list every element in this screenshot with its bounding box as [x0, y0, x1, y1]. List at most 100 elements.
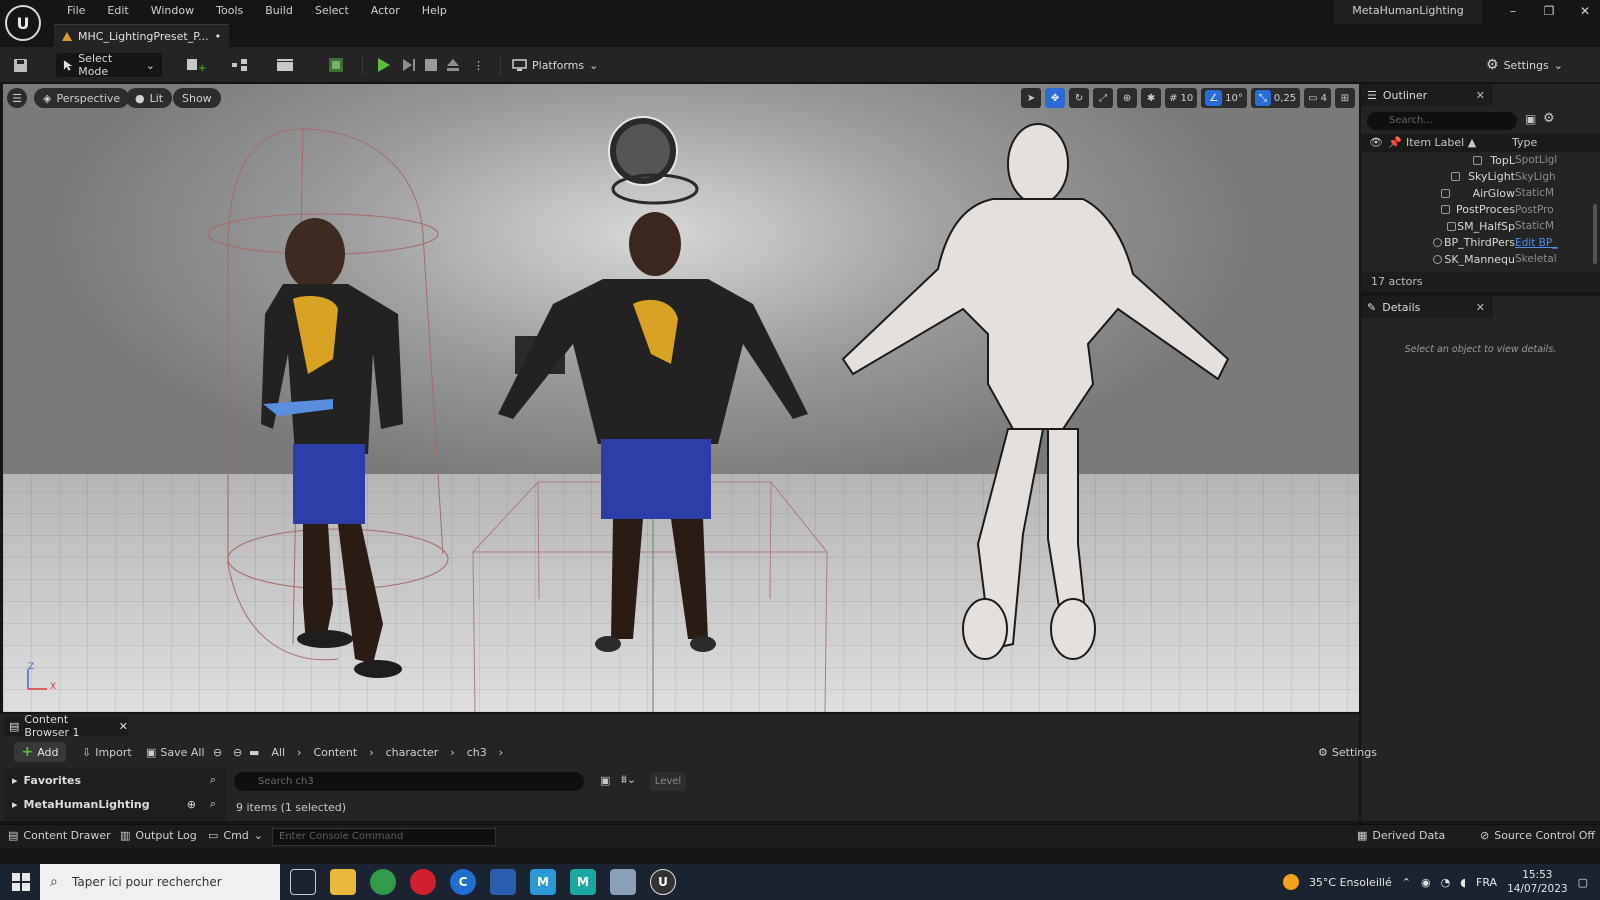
menu-actor[interactable]: Actor — [360, 3, 411, 19]
clock[interactable]: 15:53 14/07/2023 — [1507, 868, 1568, 896]
source-control-button[interactable]: ⊘ Source Control Off — [1480, 829, 1595, 842]
menu-edit[interactable]: Edit — [96, 3, 139, 19]
filter-icon[interactable]: ⩩⌄ — [621, 773, 636, 787]
network-icon[interactable]: ◉ — [1421, 876, 1431, 889]
outliner-search-input[interactable]: Search... — [1367, 112, 1517, 130]
file-explorer-icon[interactable] — [330, 869, 356, 895]
menu-build[interactable]: Build — [254, 3, 304, 19]
details-tab[interactable]: ✎ Details ✕ — [1361, 296, 1493, 318]
stop-icon[interactable] — [425, 53, 437, 77]
camera-speed-button[interactable]: ▭ 4 — [1304, 88, 1331, 108]
add-button[interactable]: + Add — [14, 742, 66, 762]
content-drawer-button[interactable]: ▤ Content Drawer — [8, 829, 111, 842]
close-icon[interactable]: ✕ — [1476, 301, 1485, 314]
scale-tool-icon[interactable]: ⤢ — [1093, 88, 1114, 108]
lit-button[interactable]: ● Lit — [126, 88, 173, 108]
blueprint-icon[interactable] — [231, 53, 257, 77]
show-button[interactable]: Show — [173, 88, 221, 108]
weather-label[interactable]: 35°C Ensoleillé — [1309, 876, 1392, 889]
close-icon[interactable]: ✕ — [119, 720, 128, 733]
advance-frame-icon[interactable] — [402, 53, 416, 77]
eject-icon[interactable] — [446, 53, 460, 77]
scale-snap-button[interactable]: ⤡ 0,25 — [1250, 88, 1301, 108]
outliner-row[interactable]: AirGlow StaticM — [1361, 185, 1600, 202]
level-filter-chip[interactable]: Level — [650, 772, 686, 791]
store-icon[interactable] — [490, 869, 516, 895]
add-folder-icon[interactable]: ▣ — [1525, 112, 1536, 126]
back-arrow-icon[interactable]: ⊖ — [213, 746, 222, 759]
outliner-row[interactable]: BP_ThirdPers Edit BP_ — [1361, 235, 1600, 252]
select-tool-icon[interactable]: ➤ — [1021, 88, 1042, 108]
outliner-row[interactable]: SK_Mannequ Skeletal — [1361, 251, 1600, 268]
grid-snap-button[interactable]: #10 — [1165, 88, 1198, 108]
visibility-eye-icon[interactable]: 👁 — [1369, 136, 1383, 149]
outliner-scrollbar[interactable] — [1593, 204, 1597, 264]
rotation-snap-button[interactable]: ∠ 10° — [1201, 88, 1247, 108]
platforms-dropdown[interactable]: Platforms ⌄ — [512, 53, 598, 77]
outliner-row[interactable]: PostProces PostPro — [1361, 202, 1600, 219]
content-settings-button[interactable]: ⚙ Settings — [1318, 746, 1377, 759]
search-icon[interactable]: ⌕ — [210, 797, 216, 811]
speaker-icon[interactable]: ◖ — [1460, 876, 1466, 889]
item-label-column[interactable]: Item Label ▲ — [1406, 136, 1476, 149]
breadcrumb-content[interactable]: Content — [313, 746, 357, 759]
unreal-logo-icon[interactable]: U — [5, 5, 41, 41]
import-button[interactable]: ⇩ Import — [82, 746, 132, 759]
pin-icon[interactable]: 📌 — [1388, 136, 1402, 149]
derived-data-button[interactable]: ▦ Derived Data — [1357, 829, 1445, 842]
outliner-tab[interactable]: ☰ Outliner ✕ — [1361, 84, 1493, 106]
notifications-icon[interactable]: ▢ — [1578, 876, 1588, 889]
menu-window[interactable]: Window — [140, 3, 205, 19]
level-viewport[interactable]: Z X ☰ ◈ Perspective ● Lit Show ➤ ✥ ↻ ⤢ ⊕… — [3, 84, 1359, 712]
favorites-section[interactable]: ▸ Favorites ⌕ — [4, 768, 226, 792]
layout-icon[interactable]: ⊞ — [1335, 88, 1355, 108]
output-log-button[interactable]: ▥ Output Log — [120, 829, 197, 842]
menu-select[interactable]: Select — [304, 3, 360, 19]
outliner-row[interactable]: SkyLight SkyLigh — [1361, 169, 1600, 186]
save-search-icon[interactable]: ▣ — [600, 774, 610, 787]
console-input[interactable]: Enter Console Command — [272, 828, 496, 846]
type-column[interactable]: Type — [1512, 136, 1537, 149]
breadcrumb-all[interactable]: All — [271, 746, 285, 759]
chrome-icon[interactable] — [370, 869, 396, 895]
close-icon[interactable]: ✕ — [1476, 89, 1485, 102]
breadcrumb-character[interactable]: character — [386, 746, 439, 759]
select-mode-dropdown[interactable]: Select Mode ⌄ — [56, 52, 162, 78]
close-button[interactable]: ✕ — [1578, 4, 1592, 18]
menu-file[interactable]: File — [56, 3, 96, 19]
translate-tool-icon[interactable]: ✥ — [1045, 88, 1066, 108]
world-local-icon[interactable]: ⊕ — [1117, 88, 1138, 108]
taskbar-search[interactable]: ⌕ Taper ici pour rechercher — [40, 864, 280, 900]
surface-snap-icon[interactable]: ✱ — [1141, 88, 1162, 108]
breadcrumb-ch3[interactable]: ch3 — [467, 746, 487, 759]
settings-dropdown[interactable]: ⚙ Settings ⌄ — [1486, 53, 1563, 77]
content-search-input[interactable]: Search ch3 — [234, 772, 584, 791]
add-actor-icon[interactable]: + — [186, 53, 208, 77]
play-icon[interactable] — [378, 53, 390, 77]
menu-help[interactable]: Help — [411, 3, 458, 19]
document-tab[interactable]: MHC_LightingPreset_P... • — [54, 24, 229, 47]
more-options-icon[interactable]: ⋮ — [473, 53, 484, 77]
modes-icon[interactable] — [328, 53, 344, 77]
forward-arrow-icon[interactable]: ⊖ — [233, 746, 242, 759]
rotate-tool-icon[interactable]: ↻ — [1069, 88, 1090, 108]
search-icon[interactable]: ⌕ — [210, 773, 216, 787]
m-app-icon[interactable]: M — [530, 869, 556, 895]
menu-tools[interactable]: Tools — [205, 3, 254, 19]
language-label[interactable]: FRA — [1476, 876, 1497, 889]
cinematics-icon[interactable] — [276, 53, 302, 77]
gear-icon[interactable]: ⚙ — [1543, 111, 1555, 126]
c-app-icon[interactable]: C — [450, 869, 476, 895]
windows-start-icon[interactable] — [12, 873, 30, 891]
wifi-icon[interactable]: ◔ — [1441, 876, 1451, 889]
outliner-row[interactable]: SM_HalfSp StaticM — [1361, 218, 1600, 235]
save-all-button[interactable]: ▣ Save All — [146, 746, 205, 759]
m-app-2-icon[interactable]: M — [570, 869, 596, 895]
chevron-up-icon[interactable]: ⌃ — [1402, 876, 1411, 889]
viewport-menu-button[interactable]: ☰ — [7, 88, 27, 108]
restore-button[interactable]: ❐ — [1542, 4, 1556, 18]
cmd-dropdown[interactable]: ▭ Cmd ⌄ — [208, 829, 263, 842]
add-collection-icon[interactable]: ⊕ — [187, 798, 196, 811]
window-app-icon[interactable] — [610, 869, 636, 895]
outliner-row[interactable]: TopL SpotLigl — [1361, 152, 1600, 169]
